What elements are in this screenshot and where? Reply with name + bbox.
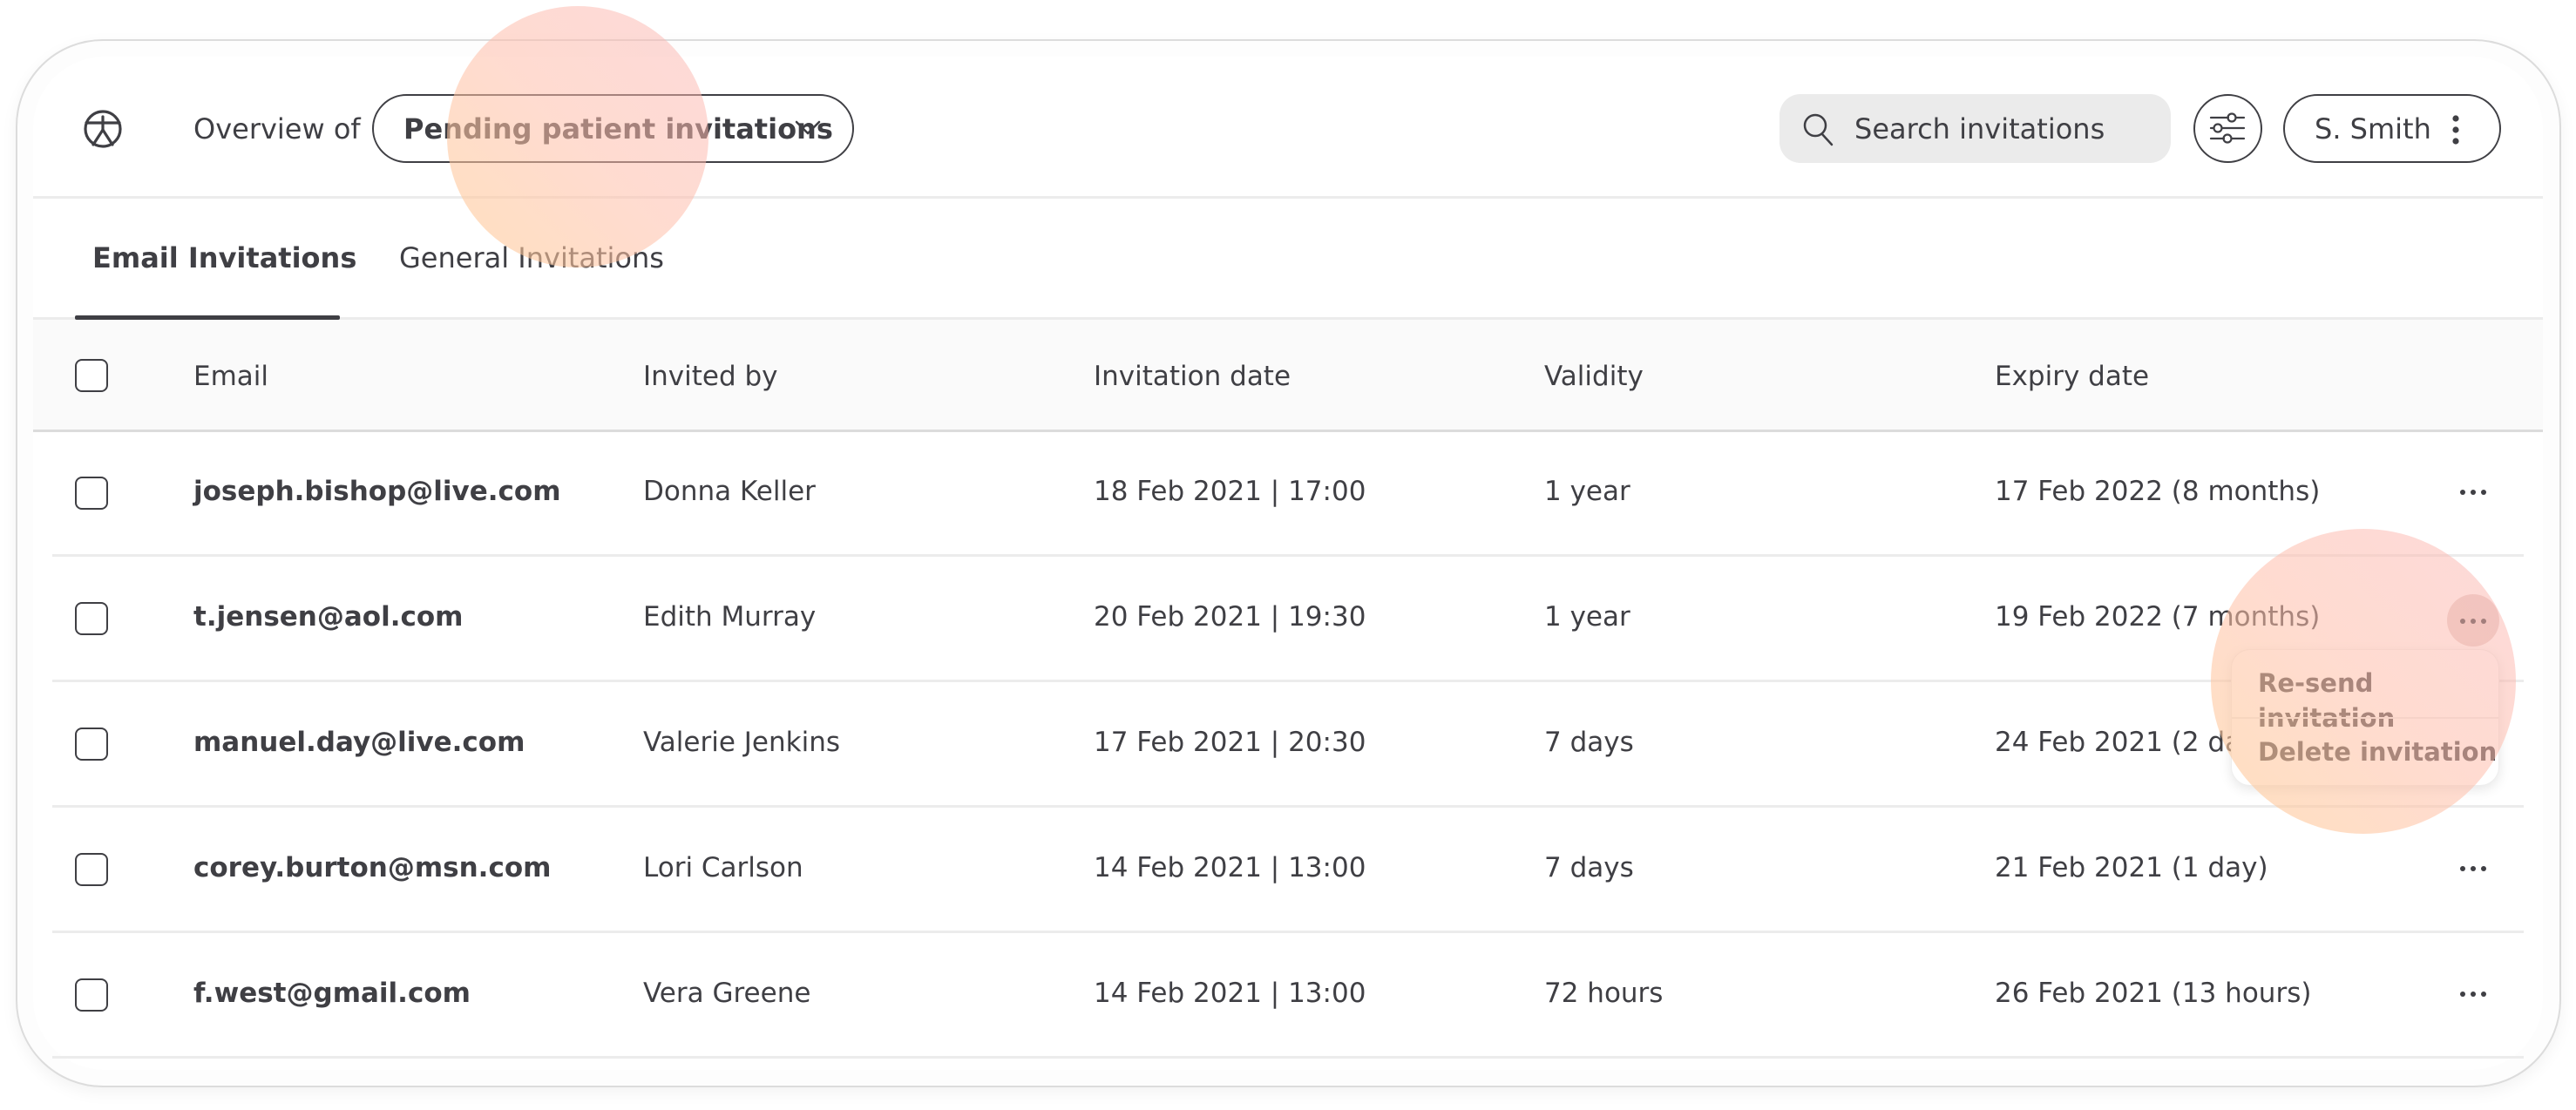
cell-invitation-date: 14 Feb 2021 | 13:00 [1094, 978, 1366, 1009]
menu-item-resend-invitation[interactable]: Re-send invitation [2258, 666, 2498, 735]
cell-invited-by: Valerie Jenkins [643, 727, 840, 758]
search-icon [1803, 113, 1834, 146]
cell-invitation-date: 20 Feb 2021 | 19:30 [1094, 601, 1366, 633]
ellipsis-dot [2471, 490, 2476, 495]
row-checkbox[interactable] [75, 602, 108, 635]
cell-email: manuel.day@live.com [193, 727, 525, 758]
cell-validity: 1 year [1544, 601, 1630, 633]
row-checkbox[interactable] [75, 477, 108, 510]
cell-validity: 72 hours [1544, 978, 1664, 1009]
kebab-vertical-icon [2452, 115, 2459, 145]
row-checkbox[interactable] [75, 853, 108, 886]
row-actions-button[interactable] [2447, 967, 2499, 1019]
view-selector-dropdown[interactable]: Pending patient invitations [372, 94, 854, 163]
ellipsis-dot [2471, 992, 2476, 997]
menu-item-delete-invitation[interactable]: Delete invitation [2258, 734, 2497, 769]
cell-validity: 1 year [1544, 476, 1630, 507]
sliders-icon [2209, 112, 2246, 144]
logo-icon [83, 109, 123, 149]
cell-expiry-date: 17 Feb 2022 (8 months) [1995, 476, 2321, 507]
cell-expiry-date: 26 Feb 2021 (13 hours) [1995, 978, 2312, 1009]
ellipsis-dot [2460, 866, 2465, 871]
filter-button[interactable] [2193, 94, 2262, 163]
row-checkbox[interactable] [75, 978, 108, 1012]
user-name: S. Smith [2315, 112, 2431, 146]
tab-general-invitations[interactable]: General Invitations [399, 240, 664, 275]
user-menu-button[interactable]: S. Smith [2283, 94, 2501, 163]
column-header-invited-by[interactable]: Invited by [643, 359, 778, 394]
header-divider [33, 196, 2543, 199]
cell-invited-by: Edith Murray [643, 601, 817, 633]
ellipsis-dot [2481, 490, 2486, 495]
chevron-down-icon [795, 120, 821, 135]
ellipsis-dot [2460, 992, 2465, 997]
cell-invitation-date: 18 Feb 2021 | 17:00 [1094, 476, 1366, 507]
ellipsis-dot [2481, 866, 2486, 871]
cell-invited-by: Vera Greene [643, 978, 811, 1009]
search-input[interactable] [1854, 94, 2151, 163]
overview-label: Overview of [193, 112, 361, 146]
row-actions-button[interactable] [2447, 842, 2499, 894]
cell-invited-by: Donna Keller [643, 476, 816, 507]
search-box[interactable] [1779, 94, 2171, 163]
cell-email: f.west@gmail.com [193, 978, 471, 1009]
cell-expiry-date: 19 Feb 2022 (7 months) [1995, 601, 2321, 633]
cell-invitation-date: 14 Feb 2021 | 13:00 [1094, 852, 1366, 883]
cell-invitation-date: 17 Feb 2021 | 20:30 [1094, 727, 1366, 758]
row-divider [52, 1056, 2524, 1059]
tab-email-invitations[interactable]: Email Invitations [92, 240, 356, 275]
column-header-email[interactable]: Email [193, 359, 268, 394]
column-header-validity[interactable]: Validity [1544, 359, 1644, 394]
row-actions-button[interactable] [2447, 465, 2499, 518]
cell-expiry-date: 21 Feb 2021 (1 day) [1995, 852, 2268, 883]
cell-validity: 7 days [1544, 727, 1634, 758]
ellipsis-dot [2471, 866, 2476, 871]
cell-email: t.jensen@aol.com [193, 601, 464, 633]
cell-email: corey.burton@msn.com [193, 852, 552, 883]
ellipsis-dot [2460, 490, 2465, 495]
column-header-invitation-date[interactable]: Invitation date [1094, 359, 1291, 394]
menu-divider [2232, 717, 2498, 719]
cell-invited-by: Lori Carlson [643, 852, 803, 883]
row-actions-menu: Re-send invitation Delete invitation [2231, 649, 2499, 786]
cell-email: joseph.bishop@live.com [193, 476, 561, 507]
cell-validity: 7 days [1544, 852, 1634, 883]
ellipsis-dot [2481, 992, 2486, 997]
row-checkbox[interactable] [75, 728, 108, 761]
select-all-checkbox[interactable] [75, 359, 108, 392]
view-selector-value: Pending patient invitations [403, 112, 833, 146]
row-actions-button-active[interactable] [2447, 594, 2499, 646]
column-header-expiry-date[interactable]: Expiry date [1995, 359, 2149, 394]
